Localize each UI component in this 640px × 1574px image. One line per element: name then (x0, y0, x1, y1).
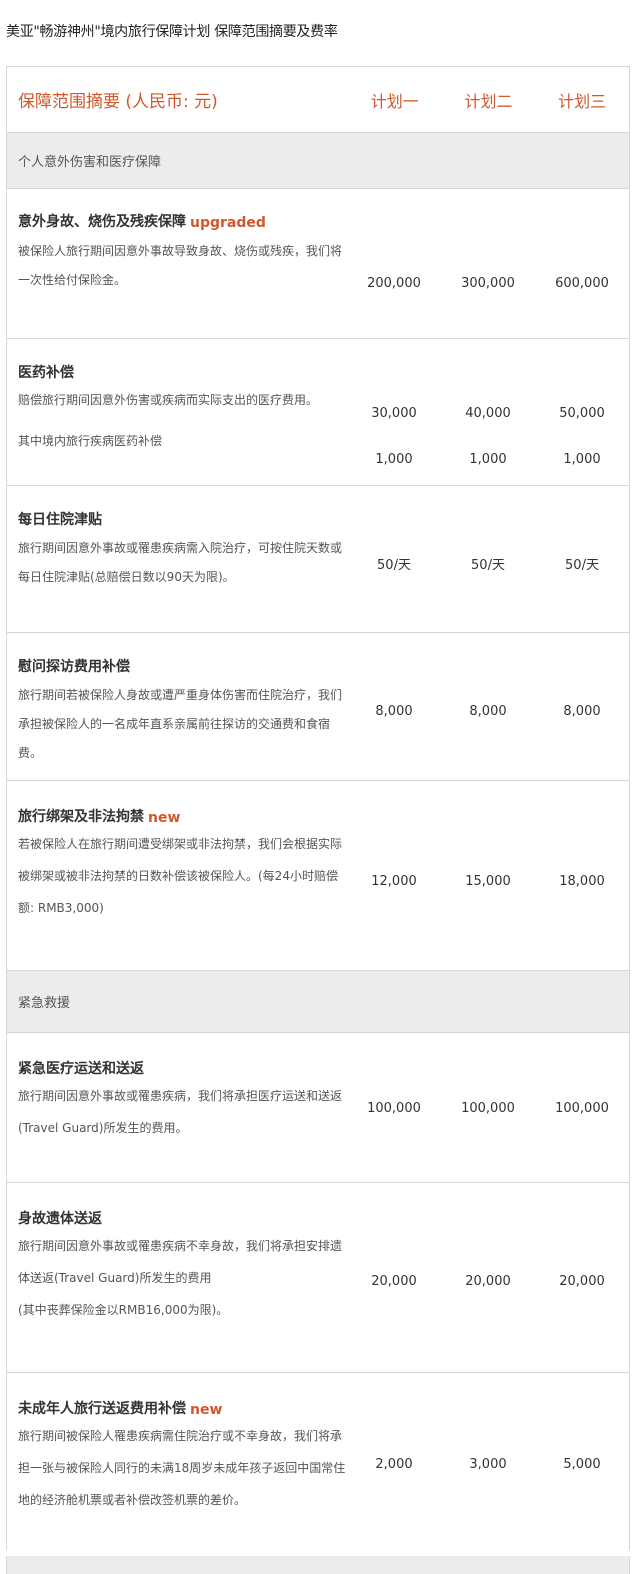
header-desc: 保障范围摘要 (人民币: 元) (18, 92, 218, 112)
row-description: 旅行期间因意外事故或罹患疾病不幸身故，我们将承担安排遗体送返(Travel Gu… (18, 1239, 343, 1285)
value-plan-1: 100,000 (367, 1100, 421, 1116)
row-description: 旅行期间若被保险人身故或遭严重身体伤害而住院治疗，我们承担被保险人的一名成年直系… (18, 688, 343, 760)
value-plan-3: 50,000 (559, 405, 605, 421)
page: 美亚"畅游神州"境内旅行保障计划 保障范围摘要及费率 保障范围摘要 (人民币: … (0, 0, 640, 1574)
value-plan-1: 200,000 (367, 276, 421, 291)
section-emergency-assistance: 紧急救援 (7, 971, 629, 1033)
row-name: 意外身故、烧伤及残疾保障 (18, 214, 186, 230)
value-plan-1: 12,000 (371, 874, 417, 889)
header-plan-3: 计划三 (558, 91, 607, 111)
row-description: 若被保险人在旅行期间遭受绑架或非法拘禁，我们会根据实际被绑架或被非法拘禁的日数补… (18, 837, 343, 915)
value-plan-3: 100,000 (555, 1100, 609, 1116)
value-plan-2: 300,000 (461, 276, 515, 291)
row-name: 旅行绑架及非法拘禁 (18, 809, 144, 825)
value-plan-2: 3,000 (469, 1457, 507, 1472)
value-plan-2: 50/天 (471, 557, 505, 573)
value-plan-2: 15,000 (465, 874, 511, 889)
row-sub-description: (其中丧葬保险金以RMB16,000为限)。 (18, 1303, 229, 1317)
value-plan-1: 30,000 (371, 405, 417, 421)
new-tag: new (190, 1402, 223, 1418)
page-title: 美亚"畅游神州"境内旅行保障计划 保障范围摘要及费率 (6, 24, 338, 40)
table-row: 每日住院津贴 旅行期间因意外事故或罹患疾病需入院治疗，可按住院天数或每日住院津贴… (7, 486, 629, 633)
row-description: 旅行期间被保险人罹患疾病需住院治疗或不幸身故，我们将承担一张与被保险人同行的未满… (18, 1429, 346, 1507)
value-plan-3: 20,000 (559, 1274, 605, 1289)
row-sub-description: 其中境内旅行疾病医药补偿 (18, 434, 163, 448)
section-personal-accident: 个人意外伤害和医疗保障 (7, 133, 629, 189)
row-name: 紧急医疗运送和送返 (18, 1061, 144, 1077)
table-row: 旅行绑架及非法拘禁 new 若被保险人在旅行期间遭受绑架或非法拘禁，我们会根据实… (7, 781, 629, 971)
header-plan-1: 计划一 (370, 91, 419, 111)
value-plan-2: 20,000 (465, 1274, 511, 1289)
section-next-strip (6, 1556, 630, 1574)
table-row: 医药补偿 赔偿旅行期间因意外伤害或疾病而实际支出的医疗费用。 其中境内旅行疾病医… (7, 339, 629, 486)
sub-value-plan-3: 1,000 (563, 451, 601, 467)
table-header: 保障范围摘要 (人民币: 元) 计划一 计划二 计划三 (7, 67, 629, 133)
value-plan-3: 600,000 (555, 276, 609, 291)
table-row: 紧急医疗运送和送返 旅行期间因意外事故或罹患疾病，我们将承担医疗运送和送返(Tr… (7, 1033, 629, 1183)
value-plan-1: 20,000 (371, 1274, 417, 1289)
table-row: 身故遗体送返 旅行期间因意外事故或罹患疾病不幸身故，我们将承担安排遗体送返(Tr… (7, 1183, 629, 1373)
row-description: 被保险人旅行期间因意外事故导致身故、烧伤或残疾，我们将一次性给付保险金。 (18, 244, 343, 287)
header-plan-2: 计划二 (464, 91, 513, 111)
value-plan-2: 8,000 (469, 704, 507, 719)
new-tag: new (148, 810, 181, 826)
table-row: 未成年人旅行送返费用补偿 new 旅行期间被保险人罹患疾病需住院治疗或不幸身故，… (7, 1373, 629, 1550)
value-plan-2: 100,000 (461, 1100, 515, 1116)
value-plan-3: 8,000 (563, 704, 601, 719)
sub-value-plan-2: 1,000 (469, 451, 507, 467)
table-row: 意外身故、烧伤及残疾保障 upgraded 被保险人旅行期间因意外事故导致身故、… (7, 189, 629, 339)
value-plan-1: 2,000 (375, 1457, 413, 1472)
row-description: 赔偿旅行期间因意外伤害或疾病而实际支出的医疗费用。 (18, 393, 319, 407)
sub-value-plan-1: 1,000 (375, 451, 413, 467)
value-plan-1: 50/天 (377, 557, 411, 573)
table-row: 慰问探访费用补偿 旅行期间若被保险人身故或遭严重身体伤害而住院治疗，我们承担被保… (7, 633, 629, 781)
upgraded-tag: upgraded (190, 215, 266, 231)
row-name: 医药补偿 (18, 365, 74, 381)
row-description: 旅行期间因意外事故或罹患疾病，我们将承担医疗运送和送返(Travel Guard… (18, 1089, 343, 1135)
row-name: 慰问探访费用补偿 (18, 659, 130, 675)
value-plan-1: 8,000 (375, 704, 413, 719)
value-plan-3: 5,000 (563, 1457, 601, 1472)
value-plan-3: 50/天 (565, 557, 599, 573)
value-plan-2: 40,000 (465, 405, 511, 421)
row-name: 未成年人旅行送返费用补偿 (18, 1401, 186, 1417)
row-name: 身故遗体送返 (18, 1211, 102, 1227)
row-description: 旅行期间因意外事故或罹患疾病需入院治疗，可按住院天数或每日住院津贴(总赔偿日数以… (18, 541, 343, 584)
coverage-table: 保障范围摘要 (人民币: 元) 计划一 计划二 计划三 个人意外伤害和医疗保障 … (6, 66, 630, 1550)
row-name: 每日住院津贴 (18, 512, 102, 528)
value-plan-3: 18,000 (559, 874, 605, 889)
